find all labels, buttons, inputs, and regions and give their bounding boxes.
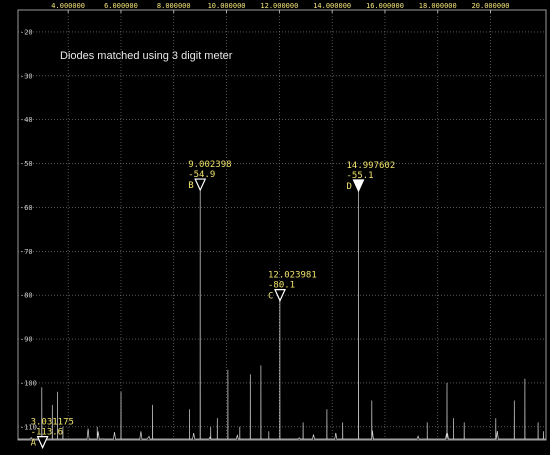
marker-frequency: 14.997602	[346, 161, 395, 171]
x-tick-label: 12.000000	[260, 2, 298, 10]
marker-a[interactable]: 3.031175-113.6A	[31, 418, 74, 450]
marker-group: 3.031175-113.6A 9.002398-54.9B 12.023981-8…	[31, 160, 395, 450]
plot-border	[17, 9, 547, 441]
y-tick-label: -100	[20, 379, 37, 387]
marker-frequency: 9.002398	[188, 160, 231, 170]
marker-level: -113.6	[31, 428, 64, 438]
marker-c[interactable]: 12.023981-80.1C	[268, 271, 317, 303]
marker-id: D	[346, 182, 351, 192]
annotation-note: Diodes matched using 3 digit meter	[60, 50, 233, 62]
y-tick-label: -30	[20, 72, 33, 80]
y-tick-label: -20	[20, 28, 33, 36]
marker-frequency: 12.023981	[268, 271, 317, 281]
spectrum-trace	[18, 185, 546, 440]
x-tick-label: 10.000000	[208, 2, 246, 10]
x-tick-label: 14.000000	[313, 2, 351, 10]
marker-triangle	[36, 436, 49, 450]
x-tick-label: 6.000000	[104, 2, 138, 10]
marker-id: A	[31, 439, 37, 449]
y-tick-label: -80	[20, 292, 33, 300]
marker-d[interactable]: 14.997602-55.1D	[346, 161, 395, 193]
spectrum-plot: 4.000000 6.000000 8.000000 10.000000 12.0000…	[17, 2, 547, 450]
grid	[17, 9, 547, 441]
y-tick-labels: -20-30-40-50-60-70-80-90-100-110	[20, 28, 37, 431]
x-tick-label: 20.000000	[472, 2, 510, 10]
marker-triangle	[352, 179, 365, 193]
marker-id: B	[188, 181, 193, 191]
x-tick-label: 18.000000	[419, 2, 457, 10]
marker-level: -54.9	[188, 170, 215, 180]
marker-id: C	[268, 292, 273, 302]
y-tick-label: -60	[20, 204, 33, 212]
y-tick-label: -70	[20, 248, 33, 256]
marker-b[interactable]: 9.002398-54.9B	[188, 160, 232, 192]
y-tick-label: -40	[20, 116, 33, 124]
y-tick-label: -50	[20, 160, 33, 168]
x-tick-label: 8.000000	[157, 2, 191, 10]
marker-level: -80.1	[268, 281, 295, 291]
marker-level: -55.1	[346, 171, 373, 181]
marker-triangle	[194, 178, 207, 192]
x-tick-label: 16.000000	[366, 2, 404, 10]
x-tick-labels: 4.000000 6.000000 8.000000 10.000000 12.0000…	[51, 2, 509, 10]
y-tick-label: -90	[20, 336, 33, 344]
spectrum-display: 4.000000 6.000000 8.000000 10.000000 12.0000…	[0, 0, 550, 455]
x-tick-label: 4.000000	[51, 2, 85, 10]
marker-frequency: 3.031175	[31, 418, 74, 428]
